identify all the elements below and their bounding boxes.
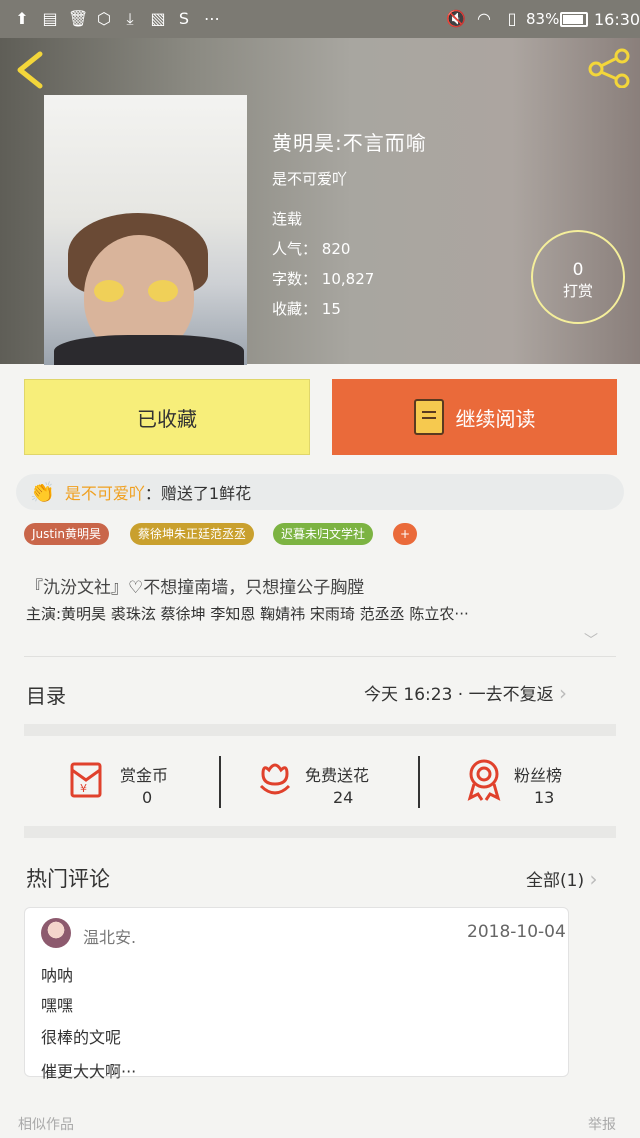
tag-1[interactable]: 蔡徐坤朱正廷范丞丞 bbox=[130, 523, 255, 545]
cube-icon: ⬡ bbox=[97, 9, 111, 28]
description-line-2: 主演:黄明昊 裘珠泫 蔡徐坤 李知恩 鞠婧祎 宋雨琦 范丞丞 陈立农··· bbox=[26, 605, 469, 623]
comment-line: 呐呐 bbox=[41, 966, 74, 985]
comment-card[interactable]: 温北安. 2018-10-04 呐呐 嘿嘿 很棒的文呢 催更大大啊··· bbox=[24, 907, 569, 1081]
battery-icon bbox=[560, 12, 588, 27]
clock: 16:30 bbox=[594, 10, 640, 29]
book-title: 黄明昊:不言而喻 bbox=[272, 131, 427, 155]
chevron-right-icon: › bbox=[589, 867, 598, 891]
expand-chevron-icon[interactable]: ﹀ bbox=[584, 630, 598, 650]
section-divider bbox=[24, 724, 616, 736]
chevron-left-icon bbox=[17, 51, 43, 89]
similar-works-label[interactable]: 相似作品 bbox=[18, 1114, 74, 1134]
clap-icon: 👏 bbox=[30, 480, 55, 504]
comment-username[interactable]: 温北安. bbox=[83, 924, 136, 948]
app-s-icon: S bbox=[178, 9, 190, 28]
comment-line: 嘿嘿 bbox=[41, 996, 74, 1015]
wifi-icon: ◠ bbox=[477, 9, 491, 28]
collected-label: 已收藏 bbox=[137, 406, 197, 431]
share-button[interactable] bbox=[586, 48, 632, 89]
add-tag-button[interactable]: + bbox=[393, 523, 418, 545]
continue-reading-label: 继续阅读 bbox=[455, 406, 536, 431]
continue-reading-button[interactable]: 继续阅读 bbox=[332, 379, 617, 455]
divider bbox=[418, 756, 420, 808]
all-comments-link[interactable]: 全部(1) › bbox=[526, 866, 598, 891]
divider bbox=[219, 756, 221, 808]
tag-0[interactable]: Justin黄明昊 bbox=[24, 523, 110, 545]
mute-icon: 🔇 bbox=[446, 9, 466, 28]
stat-value: 0 bbox=[142, 788, 153, 807]
book-cover[interactable] bbox=[44, 95, 247, 365]
stat-label: 赏金币 bbox=[120, 766, 169, 785]
avatar[interactable] bbox=[41, 918, 71, 948]
fan-ranking-stat[interactable]: 粉丝榜 13 bbox=[422, 752, 619, 810]
stat-label: 免费送花 bbox=[305, 766, 370, 785]
gift-banner: 👏 是不可爱吖 ：赠送了1鲜花 bbox=[16, 474, 624, 510]
description-line-1: 『氿汾文社』♡不想撞南墙，只想撞公子胸膛 bbox=[26, 578, 365, 598]
battery-percent: 83% bbox=[526, 10, 560, 28]
sim-icon: ▤ bbox=[42, 9, 58, 28]
stat-value: 13 bbox=[534, 788, 555, 807]
chevron-right-icon: › bbox=[559, 681, 568, 705]
collected-button[interactable]: 已收藏 bbox=[24, 379, 310, 455]
sim-card-icon: ▯ bbox=[507, 9, 517, 28]
comment-date: 2018-10-04 bbox=[467, 922, 566, 942]
share-icon bbox=[588, 48, 630, 89]
comment-line: 催更大大啊··· bbox=[41, 1062, 137, 1081]
book-author[interactable]: 是不可爱吖 bbox=[272, 168, 347, 189]
section-divider bbox=[24, 826, 616, 838]
toc-label[interactable]: 目录 bbox=[26, 680, 66, 709]
svg-text:¥: ¥ bbox=[80, 782, 87, 795]
book-icon bbox=[413, 399, 444, 435]
word-count: 字数： 10,827 bbox=[272, 270, 375, 288]
gift-text: ：赠送了1鲜花 bbox=[144, 484, 252, 503]
reward-button[interactable]: 0 打赏 bbox=[531, 230, 625, 324]
status-bar: ⬆ ▤ 🗑 ⬡ ⤓ ▧ S ⋯ 🔇 ◠ ▯ 83% 16:30 bbox=[0, 0, 640, 38]
hot-comments-title: 热门评论 bbox=[26, 867, 110, 891]
flower-icon bbox=[259, 763, 291, 795]
upload-icon: ⬆ bbox=[15, 9, 29, 28]
coin-reward-stat[interactable]: ¥ 赏金币 0 bbox=[24, 752, 221, 810]
popularity: 人气： 820 bbox=[272, 240, 351, 258]
gift-user[interactable]: 是不可爱吖 bbox=[65, 480, 145, 504]
divider bbox=[24, 656, 616, 657]
favorites-count: 收藏： 15 bbox=[272, 300, 341, 318]
stat-value: 24 bbox=[333, 788, 354, 807]
free-flower-stat[interactable]: 免费送花 24 bbox=[223, 752, 420, 810]
tag-2[interactable]: 迟暮未归文学社 bbox=[273, 523, 374, 545]
back-button[interactable] bbox=[14, 50, 48, 90]
stat-label: 粉丝榜 bbox=[514, 766, 563, 785]
image-icon: ▧ bbox=[150, 9, 166, 28]
toc-latest-update[interactable]: 今天 16:23 · 一去不复返 › bbox=[364, 680, 567, 705]
book-status: 连载 bbox=[272, 210, 303, 228]
reward-label: 打赏 bbox=[562, 282, 593, 300]
report-link[interactable]: 举报 bbox=[588, 1114, 616, 1134]
more-dots-icon: ⋯ bbox=[204, 9, 220, 28]
download-icon: ⤓ bbox=[126, 9, 134, 28]
trash-icon: 🗑 bbox=[68, 9, 89, 28]
reward-count: 0 bbox=[572, 260, 584, 280]
medal-icon bbox=[467, 759, 501, 801]
comment-line: 很棒的文呢 bbox=[41, 1028, 122, 1047]
red-envelope-icon: ¥ bbox=[70, 762, 102, 798]
